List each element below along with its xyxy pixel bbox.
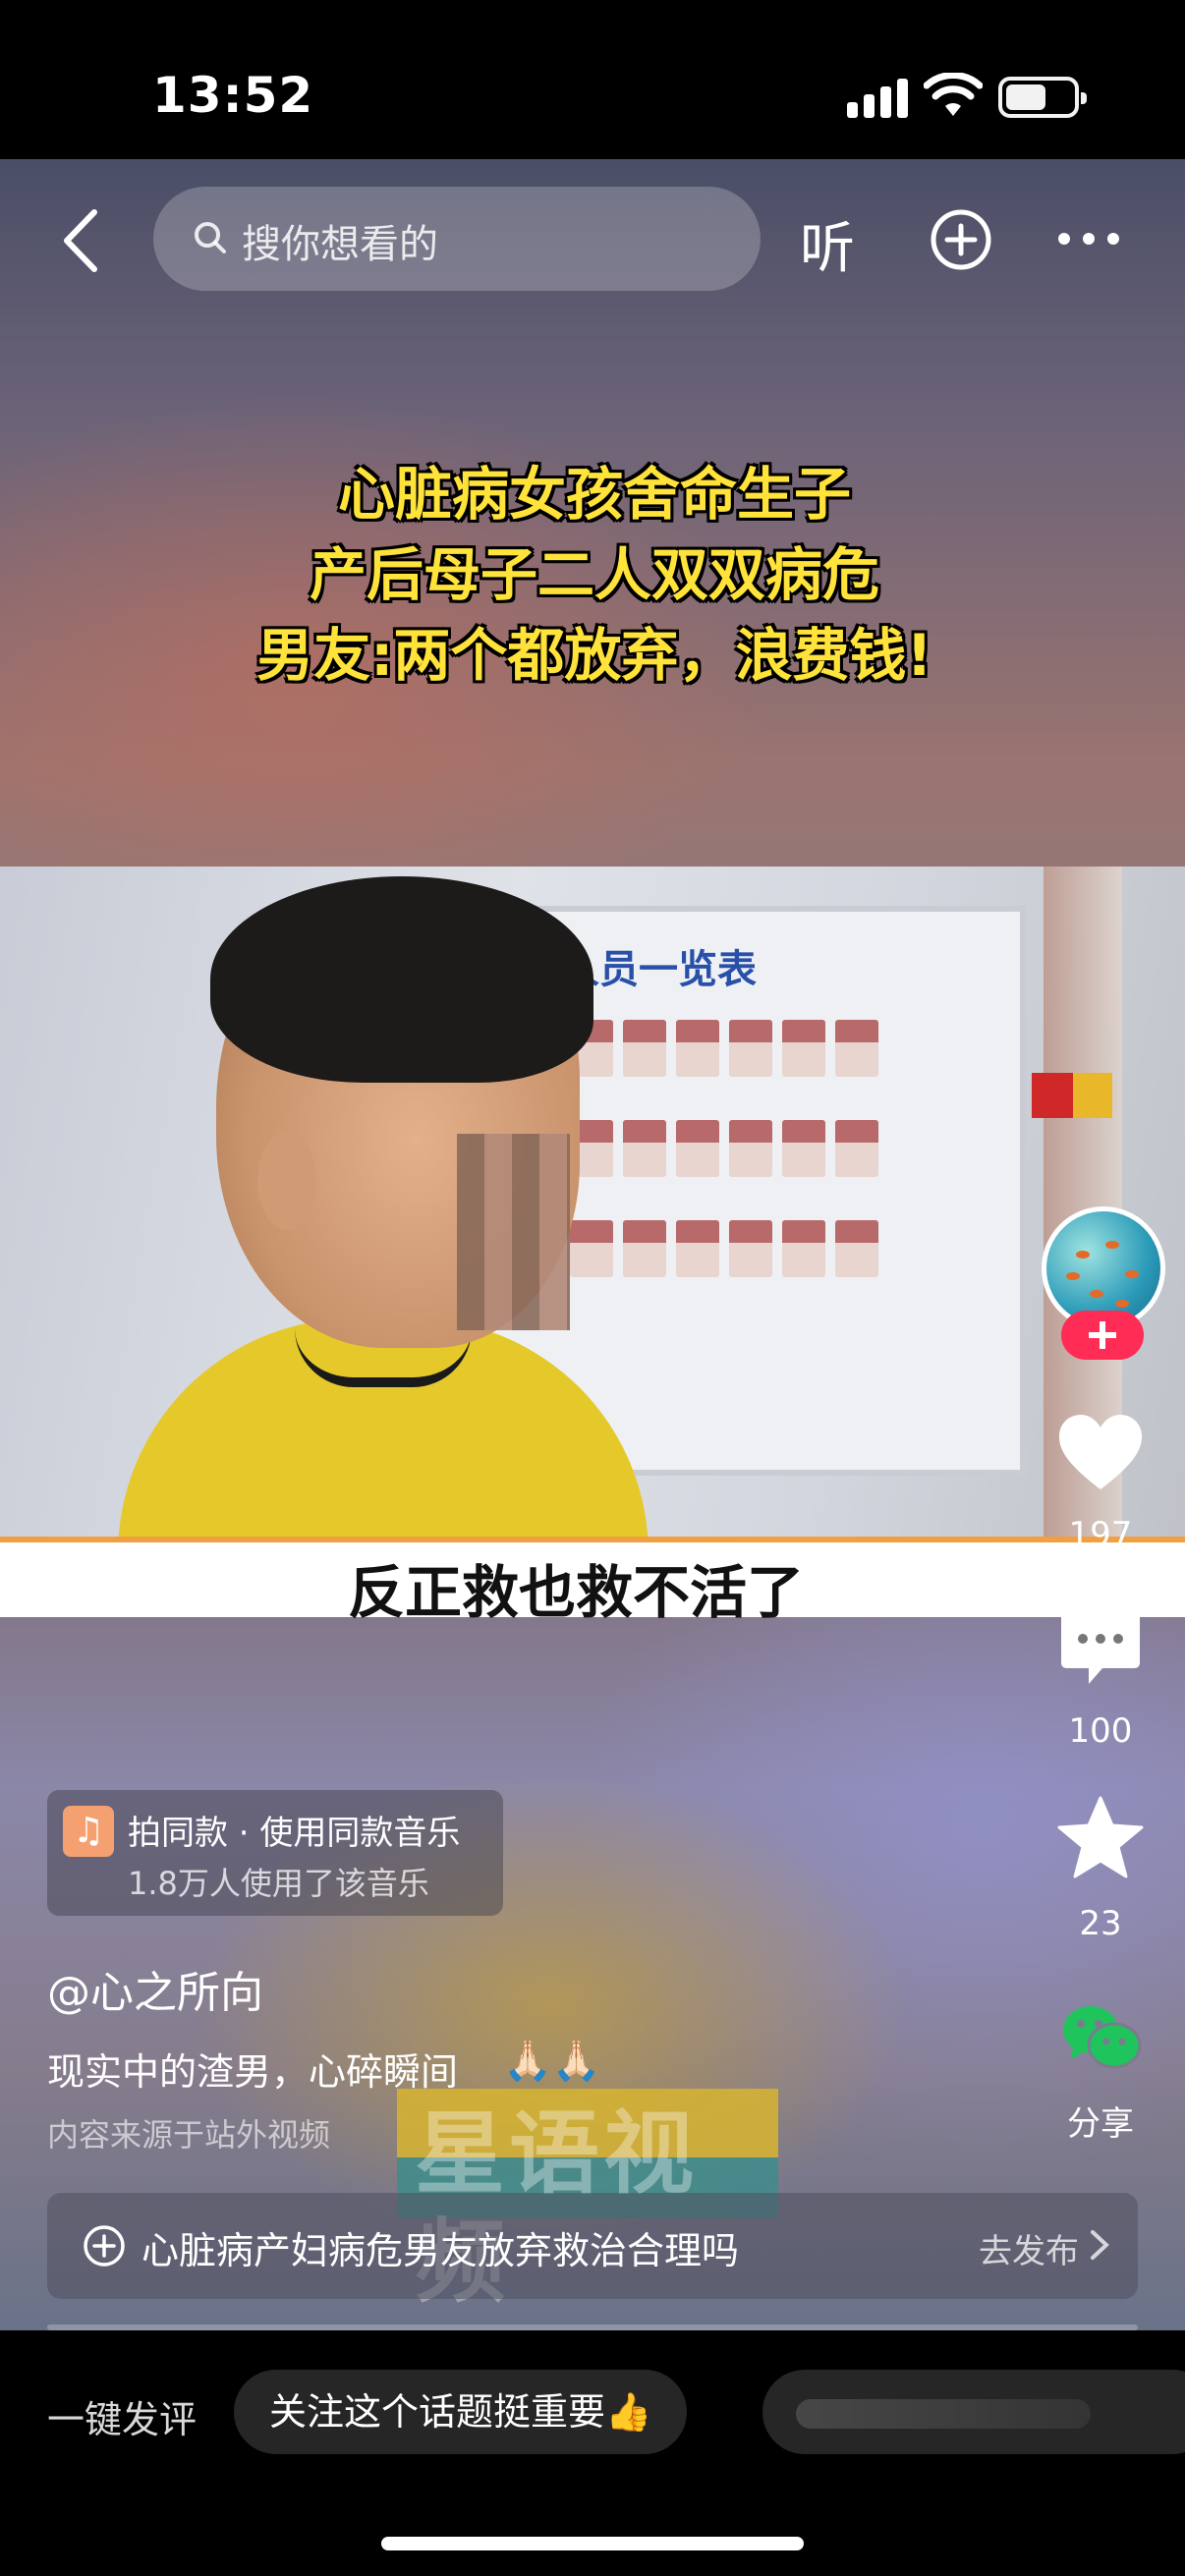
status-time: 13:52 [152,67,314,124]
comment-count: 100 [1068,1711,1133,1751]
wechat-share-icon[interactable] [1061,2002,1142,2071]
quick-comment-chip[interactable] [762,2370,1185,2454]
star-icon[interactable] [1057,1796,1144,1880]
headline-line: 心脏病女孩舍命生子 [337,461,851,528]
quick-comment-label: 一键发评 [47,2398,198,2441]
heart-icon[interactable] [1057,1413,1144,1491]
music-card[interactable]: ♫ 拍同款 · 使用同款音乐 1.8万人使用了该音乐 [47,1790,503,1916]
search-placeholder: 搜你想看的 [242,222,438,267]
add-circle-icon[interactable] [930,208,992,271]
favorite-count: 23 [1079,1904,1122,1943]
like-count: 197 [1068,1515,1133,1554]
follow-button[interactable] [1061,1311,1144,1360]
publish-link[interactable]: 去发布 [979,2224,1079,2272]
video-headline: 心脏病女孩舍命生子 产后母子二人双双病危 男友:两个都放弃，浪费钱! [138,454,1051,696]
video-subtitle: 反正救也救不活了 [348,1559,805,1626]
author-name[interactable]: @心之所向 [47,1957,263,2020]
video-subtitle-bar: 反正救也救不活了 [0,1537,1185,1626]
content-source-note: 内容来源于站外视频 [47,2116,331,2154]
search-bar[interactable]: 搜你想看的 [153,187,761,291]
headline-line: 男友:两个都放弃，浪费钱! [256,622,932,689]
battery-icon [998,77,1087,118]
headline-line: 产后母子二人双双病危 [309,541,879,608]
share-label[interactable]: 分享 [1042,2097,1159,2145]
video-frame: 人员一览表 [0,867,1185,1542]
chevron-right-icon [1091,2230,1109,2260]
man-hair [210,876,593,1083]
home-indicator[interactable] [381,2537,804,2550]
listen-button[interactable]: 听 [800,204,855,284]
wifi-icon [924,73,983,116]
comment-icon[interactable] [1059,1609,1142,1686]
topic-text: 心脏病产妇病危男友放弃救治合理吗 [141,2229,740,2272]
back-icon[interactable] [61,208,100,273]
staff-photos [570,1020,1002,1320]
status-bar: 13:52 [0,0,1185,159]
music-usage: 1.8万人使用了该音乐 [128,1865,429,1902]
topic-bar[interactable]: 心脏病产妇病危男友放弃救治合理吗 去发布 [47,2193,1138,2299]
music-note-icon: ♫ [63,1806,114,1857]
more-icon[interactable] [1057,232,1120,246]
add-circle-icon [84,2225,125,2267]
pray-emoji: 🙏🏻🙏🏻 [503,2039,601,2084]
warning-sign [1073,1073,1112,1118]
pixelated-face [457,1134,570,1330]
man-ear [257,1132,316,1230]
quick-comment-chip[interactable]: 关注这个话题挺重要👍 [234,2370,688,2454]
post-description[interactable]: 现实中的渣男，心碎瞬间 [47,2042,458,2096]
music-title: 拍同款 · 使用同款音乐 [128,1814,461,1853]
cellular-signal-icon [847,79,908,118]
search-icon [195,222,226,253]
